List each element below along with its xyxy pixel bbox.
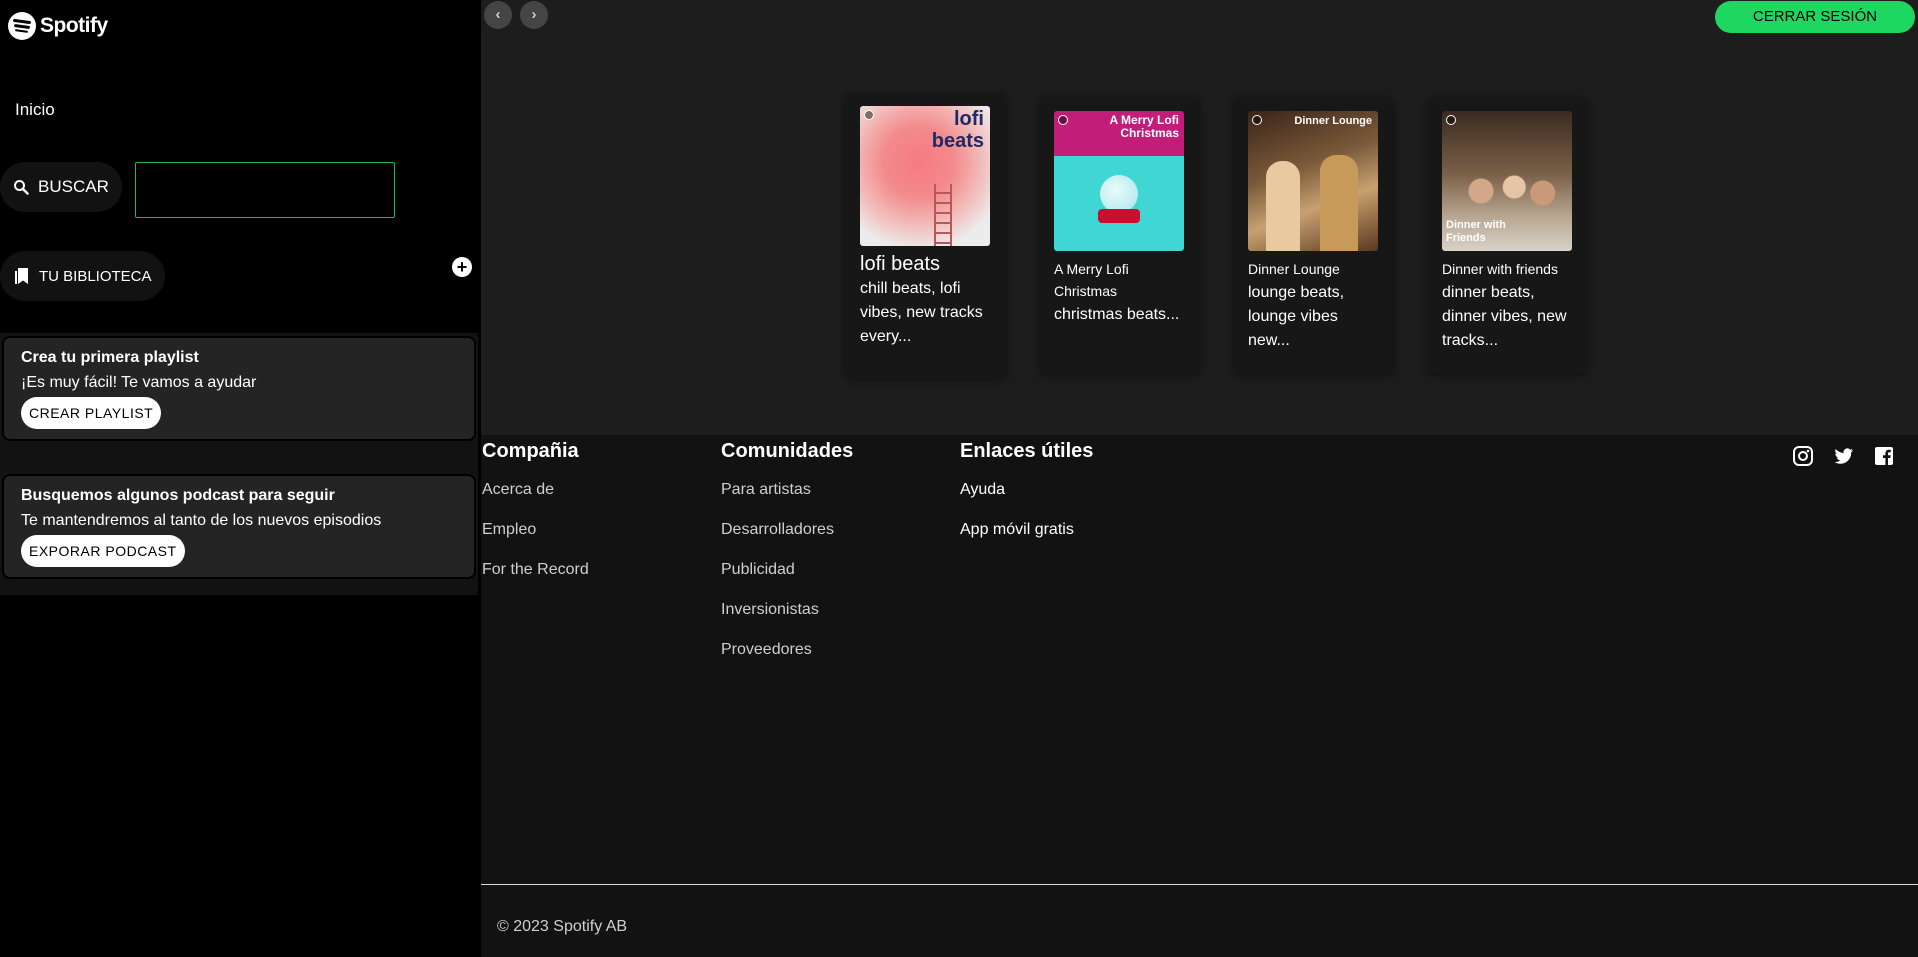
footer-link-for-the-record[interactable]: For the Record: [482, 561, 589, 581]
logout-button[interactable]: CERRAR SESIÓN: [1715, 1, 1915, 33]
playlist-title: Dinner Lounge: [1248, 261, 1340, 277]
playlists-section: ‹ › CERRAR SESIÓN lofi beats lofi beats …: [481, 0, 1918, 435]
footer-link-mobile-app[interactable]: App móvil gratis: [960, 521, 1093, 541]
playlist-cover: lofi beats: [860, 106, 990, 246]
card-text: ¡Es muy fácil! Te vamos a ayudar: [21, 374, 257, 391]
sidebar: Spotify Inicio BUSCAR TU BIBLIOTECA + Cr…: [0, 0, 478, 957]
forward-button[interactable]: ›: [520, 1, 548, 29]
podcast-card: Busquemos algunos podcast para seguir Te…: [2, 474, 476, 579]
playlist-cover: Dinner with Friends: [1442, 111, 1572, 251]
create-playlist-button[interactable]: CREAR PLAYLIST: [21, 397, 162, 429]
person-graphic: [1320, 155, 1358, 251]
search-button[interactable]: BUSCAR: [0, 162, 122, 212]
footer-link-advertising[interactable]: Publicidad: [721, 561, 853, 581]
library-panel: Crea tu primera playlist ¡Es muy fácil! …: [0, 333, 478, 595]
playlist-description: christmas beats...: [1054, 306, 1180, 323]
nav-home-link[interactable]: Inicio: [15, 100, 55, 120]
spotify-icon: [1252, 115, 1262, 125]
footer-link-developers[interactable]: Desarrolladores: [721, 521, 853, 541]
snow-globe-graphic: [1100, 175, 1138, 213]
snow-globe-base: [1098, 209, 1140, 223]
footer-heading: Compañia: [482, 440, 579, 462]
footer-link-artists[interactable]: Para artistas: [721, 481, 853, 501]
spotify-logo[interactable]: Spotify: [8, 12, 108, 40]
playlist-description: lounge beats, lounge vibes new...: [1248, 284, 1345, 349]
spotify-icon: [1446, 115, 1456, 125]
library-button[interactable]: TU BIBLIOTECA: [0, 251, 165, 301]
playlist-cover: A Merry Lofi Christmas: [1054, 111, 1184, 251]
spotify-icon: [8, 12, 36, 40]
people-graphic: [1462, 171, 1557, 211]
copyright: © 2023 Spotify AB: [497, 918, 628, 935]
add-library-button[interactable]: +: [452, 257, 472, 277]
footer-heading: Enlaces útiles: [960, 440, 1094, 462]
main-content: ‹ › CERRAR SESIÓN lofi beats lofi beats …: [481, 0, 1918, 957]
library-button-label: TU BIBLIOTECA: [39, 267, 152, 285]
cover-text: Dinner with Friends: [1446, 219, 1506, 244]
search-icon: [14, 180, 29, 195]
card-text: Te mantendremos al tanto de los nuevos e…: [21, 512, 382, 529]
footer-link-about[interactable]: Acerca de: [482, 481, 589, 501]
footer-column-company: Compañia Acerca de Empleo For the Record: [482, 440, 589, 601]
search-input[interactable]: [135, 162, 395, 218]
brand-name: Spotify: [40, 14, 108, 37]
footer-link-investors[interactable]: Inversionistas: [721, 601, 853, 621]
footer-divider: [481, 884, 1918, 885]
person-graphic: [1266, 161, 1300, 251]
back-button[interactable]: ‹: [484, 1, 512, 29]
playlist-title: A Merry Lofi Christmas: [1054, 261, 1129, 299]
cover-text: A Merry Lofi Christmas: [1109, 113, 1179, 140]
cover-text: lofi beats: [931, 108, 984, 152]
instagram-icon[interactable]: [1792, 445, 1814, 467]
playlist-title: lofi beats: [860, 253, 941, 275]
playlist-card-dinner-lounge[interactable]: Dinner Lounge Dinner Lounge lounge beats…: [1233, 97, 1394, 374]
footer-link-vendors[interactable]: Proveedores: [721, 641, 853, 661]
playlist-description: chill beats, lofi vibes, new tracks ever…: [860, 280, 983, 345]
playlist-card-dinner-with-friends[interactable]: Dinner with Friends Dinner with friends …: [1427, 97, 1588, 374]
footer-link-jobs[interactable]: Empleo: [482, 521, 589, 541]
footer-heading: Comunidades: [721, 440, 854, 462]
explore-podcast-button[interactable]: EXPORAR PODCAST: [21, 535, 185, 567]
spotify-icon: [1058, 115, 1068, 125]
footer-link-help[interactable]: Ayuda: [960, 481, 1093, 501]
footer-column-communities: Comunidades Para artistas Desarrolladore…: [721, 440, 853, 681]
playlist-cover: Dinner Lounge: [1248, 111, 1378, 251]
playlist-card-lofi-beats[interactable]: lofi beats lofi beats chill beats, lofi …: [845, 92, 1006, 378]
facebook-icon[interactable]: [1873, 445, 1895, 467]
footer-column-useful-links: Enlaces útiles Ayuda App móvil gratis: [960, 440, 1093, 561]
card-title: Crea tu primera playlist: [21, 349, 199, 366]
ladder-graphic: [934, 184, 952, 246]
twitter-icon[interactable]: [1832, 445, 1854, 467]
library-icon: [15, 268, 28, 284]
playlist-card-merry-lofi-christmas[interactable]: A Merry Lofi Christmas A Merry Lofi Chri…: [1039, 97, 1200, 374]
card-title: Busquemos algunos podcast para seguir: [21, 487, 335, 504]
playlist-description: dinner beats, dinner vibes, new tracks..…: [1442, 284, 1567, 349]
playlist-title: Dinner with friends: [1442, 261, 1558, 277]
spotify-icon: [864, 110, 874, 120]
search-button-label: BUSCAR: [38, 177, 109, 196]
create-playlist-card: Crea tu primera playlist ¡Es muy fácil! …: [2, 336, 476, 441]
cover-text: Dinner Lounge: [1294, 115, 1372, 127]
